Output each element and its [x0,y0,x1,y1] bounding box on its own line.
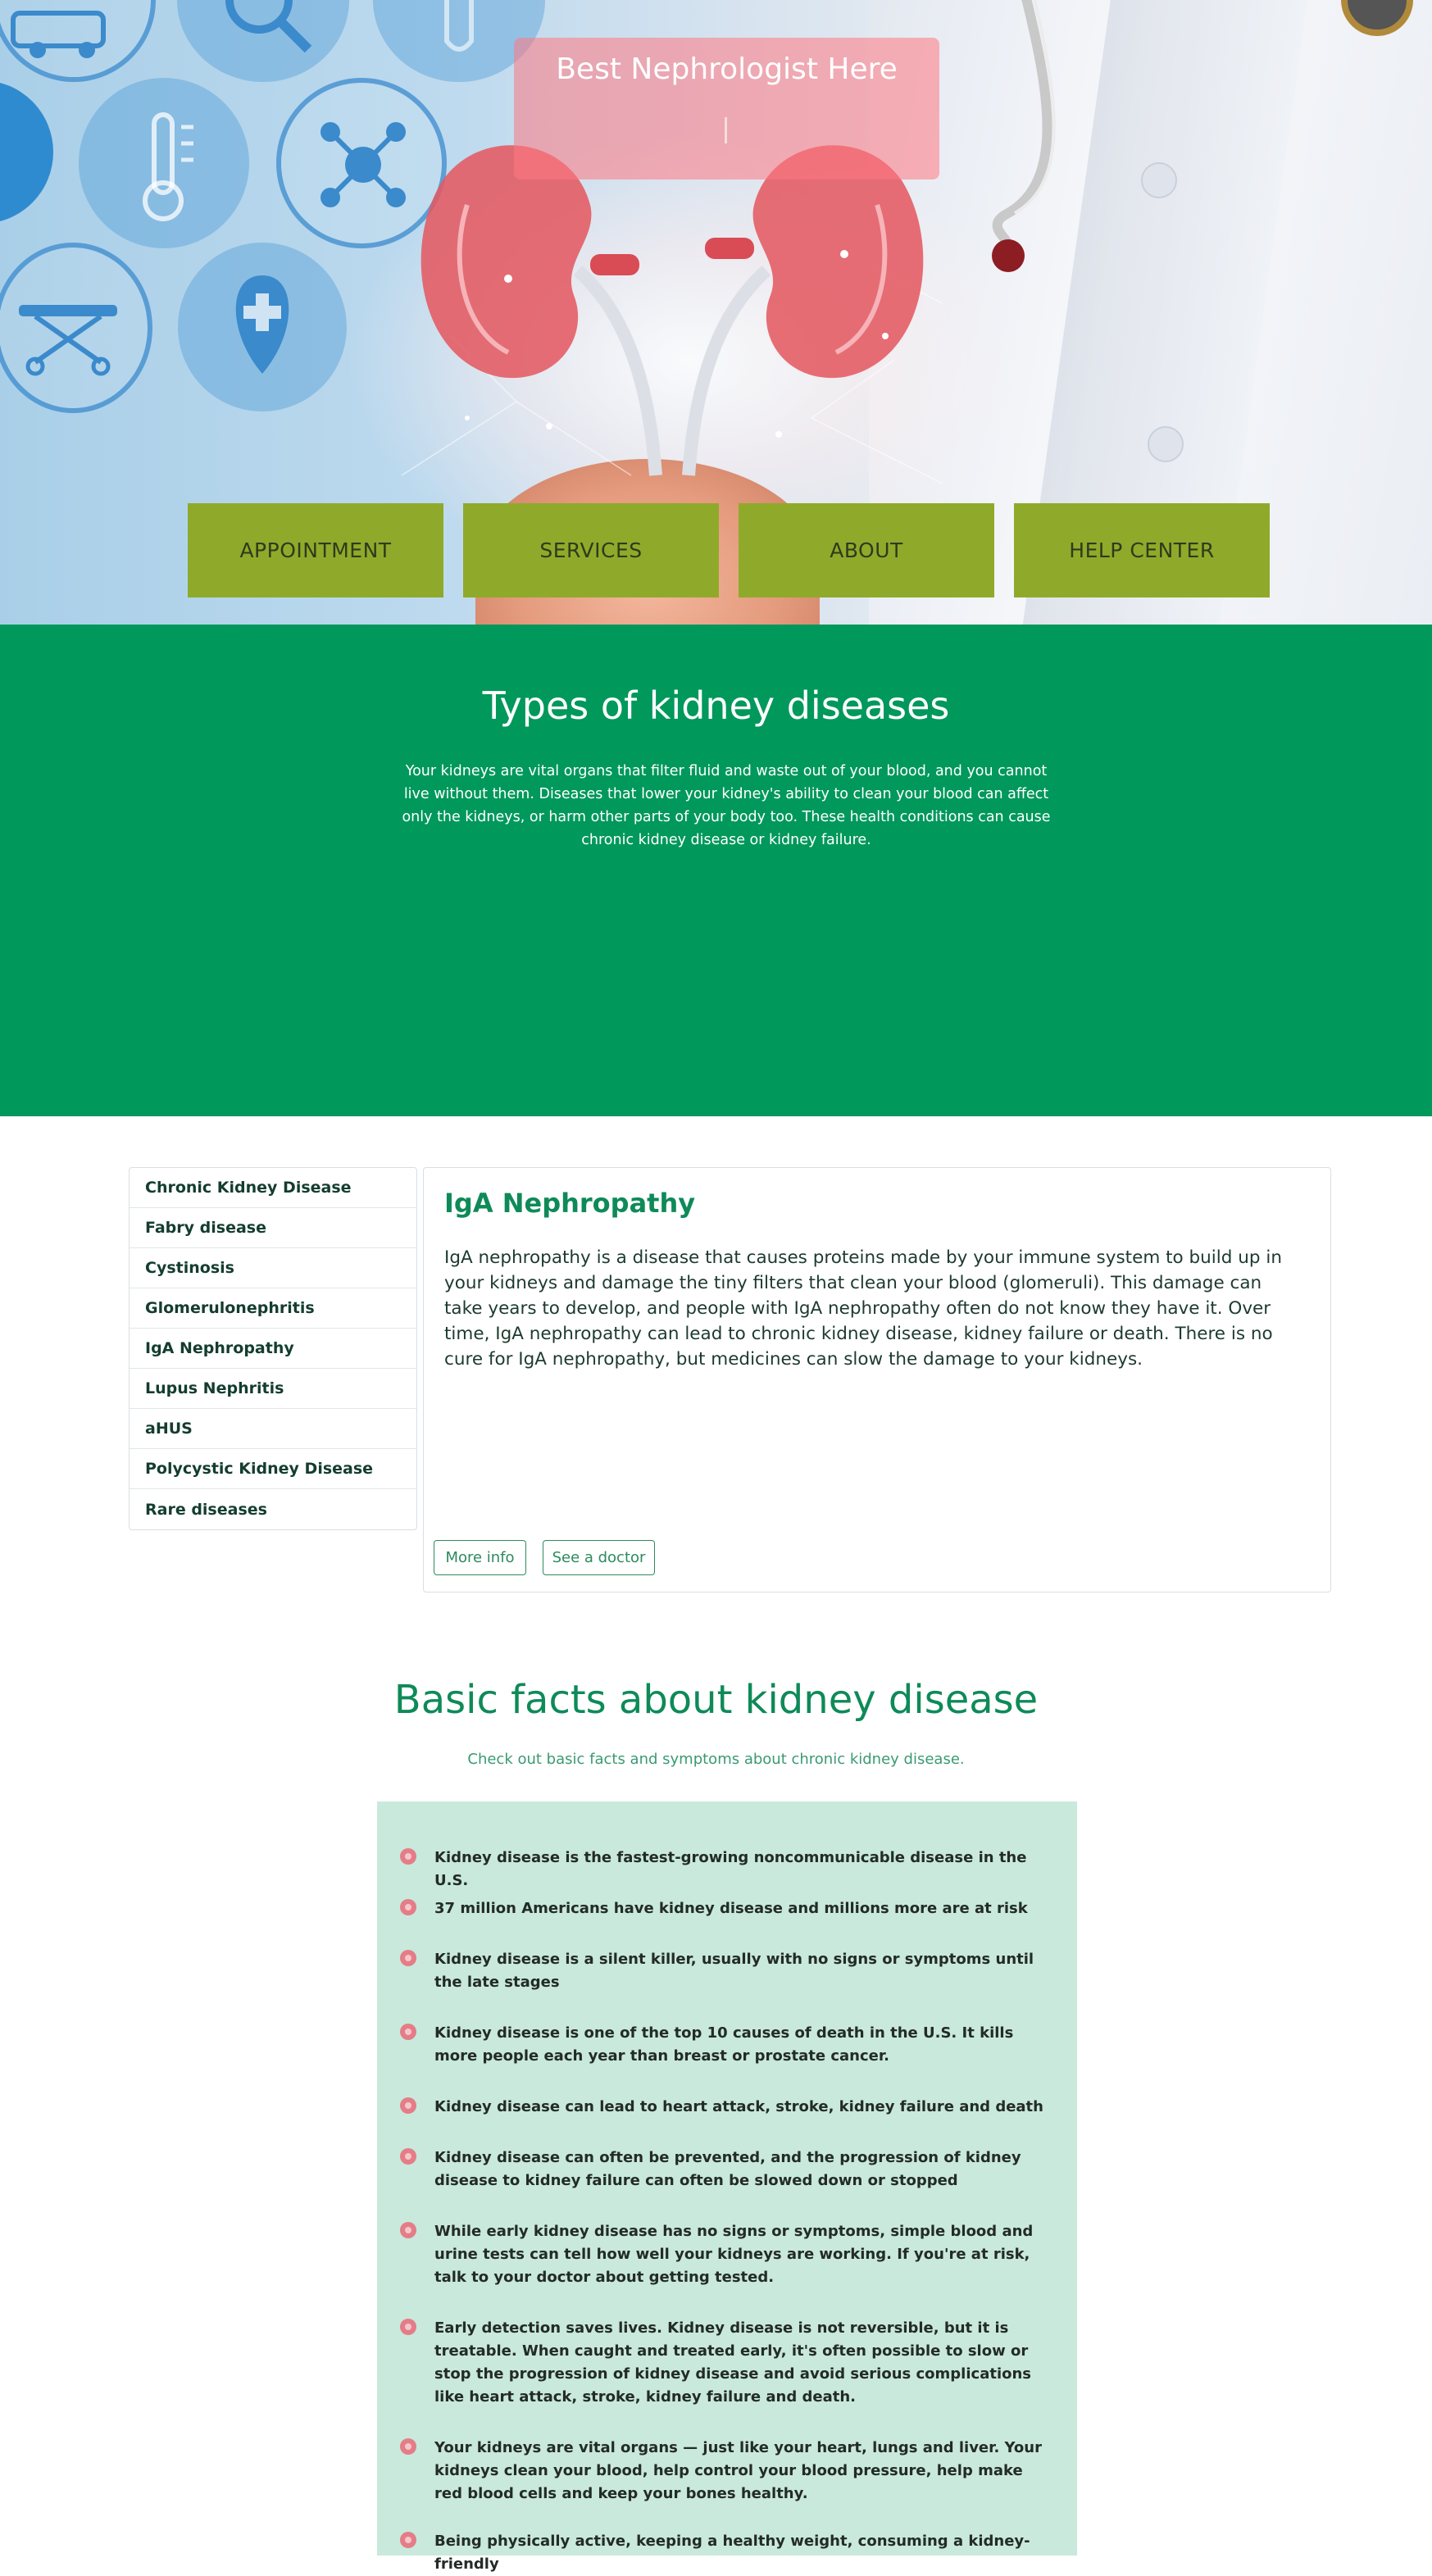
coat-button-image [1148,426,1184,462]
disease-title: IgA Nephropathy [444,1188,696,1219]
tab-ahus[interactable]: aHUS [130,1409,416,1449]
ambulance-icon [0,0,156,82]
text-cursor [725,117,727,143]
hero-banner: Best Nephrologist Here APPOINTMENT SERVI… [0,0,1432,625]
list-item: Being physically active, keeping a healt… [400,2530,1048,2576]
nav-about-button[interactable]: ABOUT [739,503,994,597]
bullet-icon [400,2024,416,2040]
bullet-icon [400,2319,416,2335]
thermometer-icon [79,78,249,248]
tab-lupus-nephritis[interactable]: Lupus Nephritis [130,1369,416,1409]
search-icon [177,0,349,82]
tab-chronic-kidney-disease[interactable]: Chronic Kidney Disease [130,1168,416,1208]
disease-detail-panel: IgA Nephropathy IgA nephropathy is a dis… [423,1167,1331,1592]
bullet-icon [400,2097,416,2114]
disease-tab-list: Chronic Kidney Disease Fabry disease Cys… [129,1167,417,1530]
bullet-icon [400,2148,416,2165]
list-item: Kidney disease is one of the top 10 caus… [400,2022,1048,2068]
list-item: Your kidneys are vital organs — just lik… [400,2437,1048,2506]
facts-list: Kidney disease is the fastest-growing no… [377,1801,1077,2573]
list-item: 37 million Americans have kidney disease… [400,1897,1048,1920]
bullet-icon [400,2222,416,2238]
list-item: Kidney disease is the fastest-growing no… [400,1847,1048,1892]
nav-help-center-button[interactable]: HELP CENTER [1014,503,1270,597]
intro-title: Types of kidney diseases [482,684,950,728]
list-item: Kidney disease can often be prevented, a… [400,2147,1048,2192]
refresh-icon [0,80,53,224]
wave-divider [0,885,1432,1111]
bullet-icon [400,2438,416,2455]
list-item: Kidney disease is a silent killer, usual… [400,1948,1048,1994]
hero-title: Best Nephrologist Here [556,52,898,86]
stretcher-icon [0,243,152,413]
nav-services-button[interactable]: SERVICES [463,503,719,597]
tab-cystinosis[interactable]: Cystinosis [130,1248,416,1288]
bullet-icon [400,2532,416,2548]
facts-subtitle: Check out basic facts and symptoms about… [467,1751,965,1768]
more-info-button[interactable]: More info [434,1540,526,1575]
list-item: Early detection saves lives. Kidney dise… [400,2317,1048,2409]
tab-iga-nephropathy[interactable]: IgA Nephropathy [130,1329,416,1369]
bullet-icon [400,1950,416,1966]
list-item: Kidney disease can lead to heart attack,… [400,2096,1048,2119]
facts-title: Basic facts about kidney disease [393,1677,1039,1723]
bullet-icon [400,1899,416,1915]
bullet-icon [400,1848,416,1865]
see-a-doctor-button[interactable]: See a doctor [543,1540,655,1575]
hero-title-box: Best Nephrologist Here [514,38,939,179]
location-plus-icon [178,243,347,411]
list-item: While early kidney disease has no signs … [400,2220,1048,2289]
tab-glomerulonephritis[interactable]: Glomerulonephritis [130,1288,416,1329]
nav-appointment-button[interactable]: APPOINTMENT [188,503,443,597]
tab-polycystic-kidney-disease[interactable]: Polycystic Kidney Disease [130,1449,416,1489]
main-nav: APPOINTMENT SERVICES ABOUT HELP CENTER [188,503,1270,597]
tab-rare-diseases[interactable]: Rare diseases [130,1489,416,1529]
tab-fabry-disease[interactable]: Fabry disease [130,1208,416,1248]
intro-text: Your kidneys are vital organs that filte… [402,763,1051,848]
disease-description: IgA nephropathy is a disease that causes… [444,1247,1282,1370]
